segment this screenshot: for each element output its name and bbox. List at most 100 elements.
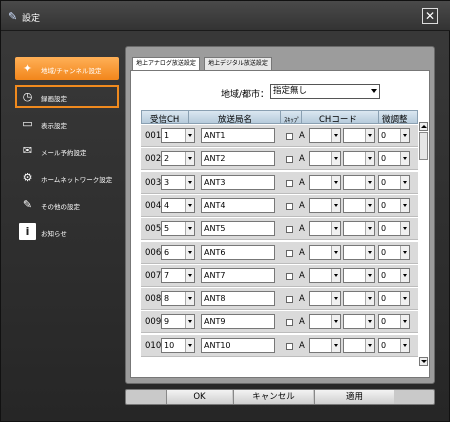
station-name-input[interactable]: ANT5	[201, 221, 275, 237]
scroll-down-icon[interactable]	[419, 357, 428, 366]
chevron-down-icon	[400, 292, 409, 306]
channel-value: 2	[164, 154, 170, 164]
row-number: 010	[145, 340, 162, 351]
channel-select[interactable]: 1	[161, 128, 195, 143]
skip-checkbox[interactable]	[286, 179, 293, 187]
channel-value: 9	[164, 317, 170, 327]
channel-select[interactable]: 3	[161, 174, 195, 190]
skip-checkbox[interactable]	[286, 249, 293, 257]
fine-tune-select[interactable]: 0	[378, 128, 410, 143]
sidebar-item[interactable]: ✦ 地域/チャンネル設定	[15, 57, 119, 80]
station-name-input[interactable]: ANT9	[201, 314, 275, 330]
ch-code-sub-select[interactable]	[343, 128, 375, 143]
station-name-input[interactable]: ANT8	[201, 291, 275, 307]
region-select[interactable]: 指定無し	[270, 84, 380, 99]
station-name-value: ANT10	[204, 340, 231, 350]
station-name-input[interactable]: ANT4	[201, 197, 275, 213]
station-name-input[interactable]: ANT3	[201, 174, 275, 190]
fine-tune-value: 0	[381, 200, 387, 210]
ch-code-select[interactable]	[309, 151, 341, 167]
fine-tune-select[interactable]: 0	[378, 151, 410, 167]
ch-code-select[interactable]	[309, 267, 341, 283]
skip-checkbox[interactable]	[286, 272, 293, 280]
sidebar-item-label: その他の設定	[41, 203, 80, 211]
ch-code-select[interactable]	[309, 174, 341, 190]
station-name-input[interactable]: ANT10	[201, 337, 275, 353]
station-name-input[interactable]: ANT6	[201, 244, 275, 260]
fine-tune-select[interactable]: 0	[378, 244, 410, 260]
ch-code-sub-select[interactable]	[343, 291, 375, 307]
skip-checkbox[interactable]	[286, 226, 293, 234]
ch-code-sub-select[interactable]	[343, 314, 375, 330]
band-label: A	[299, 247, 305, 258]
ch-code-select[interactable]	[309, 128, 341, 143]
station-name-input[interactable]: ANT2	[201, 151, 275, 167]
ch-code-sub-select[interactable]	[343, 221, 375, 237]
ch-code-select[interactable]	[309, 197, 341, 213]
ch-code-sub-select[interactable]	[343, 337, 375, 353]
ch-code-sub-select[interactable]	[343, 244, 375, 260]
sidebar-item[interactable]: ⚙ ホームネットワーク設定	[15, 166, 119, 189]
close-button[interactable]: ✕	[422, 8, 438, 24]
ch-code-sub-select[interactable]	[343, 267, 375, 283]
ch-code-sub-select[interactable]	[343, 151, 375, 167]
fine-tune-select[interactable]: 0	[378, 221, 410, 237]
station-name-value: ANT3	[204, 177, 226, 187]
station-name-value: ANT1	[204, 131, 226, 140]
wrench-icon: ✎	[8, 10, 18, 23]
chevron-down-icon	[185, 198, 194, 212]
skip-checkbox[interactable]	[286, 296, 293, 304]
table-row: 006 6 ANT6 A 0	[141, 241, 418, 264]
scroll-thumb[interactable]	[419, 132, 428, 160]
chevron-down-icon	[365, 338, 374, 352]
header-channel: 受信CH	[150, 115, 180, 125]
tab-analog[interactable]: 地上アナログ放送設定	[132, 57, 200, 71]
channel-select[interactable]: 5	[161, 221, 195, 237]
channel-select[interactable]: 2	[161, 151, 195, 167]
scroll-up-icon[interactable]	[419, 122, 428, 131]
channel-select[interactable]: 9	[161, 314, 195, 330]
sidebar-item[interactable]: ◷ 録画設定	[15, 85, 119, 108]
ch-code-select[interactable]	[309, 244, 341, 260]
cancel-button[interactable]: キャンセル	[233, 390, 313, 404]
channel-select[interactable]: 4	[161, 197, 195, 213]
ch-code-select[interactable]	[309, 314, 341, 330]
network-icon: ⚙	[22, 171, 33, 184]
tab-digital[interactable]: 地上デジタル放送設定	[204, 57, 272, 70]
fine-tune-select[interactable]: 0	[378, 174, 410, 190]
fine-tune-select[interactable]: 0	[378, 197, 410, 213]
skip-checkbox[interactable]	[286, 156, 293, 164]
channel-select[interactable]: 7	[161, 267, 195, 283]
ch-code-sub-select[interactable]	[343, 174, 375, 190]
ch-code-select[interactable]	[309, 291, 341, 307]
sidebar-item-label: お知らせ	[41, 230, 67, 238]
ok-button[interactable]: OK	[166, 390, 232, 404]
apply-button[interactable]: 適用	[314, 390, 394, 404]
channel-select[interactable]: 6	[161, 244, 195, 260]
chevron-down-icon	[365, 292, 374, 306]
fine-tune-select[interactable]: 0	[378, 337, 410, 353]
channel-select[interactable]: 8	[161, 291, 195, 307]
sidebar-item[interactable]: ▭ 表示設定	[15, 112, 119, 135]
channel-select[interactable]: 10	[161, 337, 195, 353]
table-row: 007 7 ANT7 A 0	[141, 264, 418, 287]
station-name-input[interactable]: ANT7	[201, 267, 275, 283]
ch-code-select[interactable]	[309, 337, 341, 353]
skip-checkbox[interactable]	[286, 319, 293, 327]
channel-value: 7	[164, 270, 170, 280]
fine-tune-select[interactable]: 0	[378, 314, 410, 330]
ch-code-sub-select[interactable]	[343, 197, 375, 213]
fine-tune-select[interactable]: 0	[378, 291, 410, 307]
fine-tune-select[interactable]: 0	[378, 267, 410, 283]
station-name-input[interactable]: ANT1	[201, 128, 275, 143]
chevron-down-icon	[331, 268, 340, 282]
skip-checkbox[interactable]	[286, 133, 293, 140]
sidebar-item[interactable]: ✎ その他の設定	[15, 193, 119, 216]
table-scrollbar[interactable]	[419, 122, 428, 366]
skip-checkbox[interactable]	[286, 342, 293, 350]
sidebar-item[interactable]: ✉ メール予約設定	[15, 139, 119, 162]
row-number: 005	[145, 224, 162, 235]
skip-checkbox[interactable]	[286, 202, 293, 210]
ch-code-select[interactable]	[309, 221, 341, 237]
sidebar-item[interactable]: i お知らせ	[15, 220, 119, 243]
